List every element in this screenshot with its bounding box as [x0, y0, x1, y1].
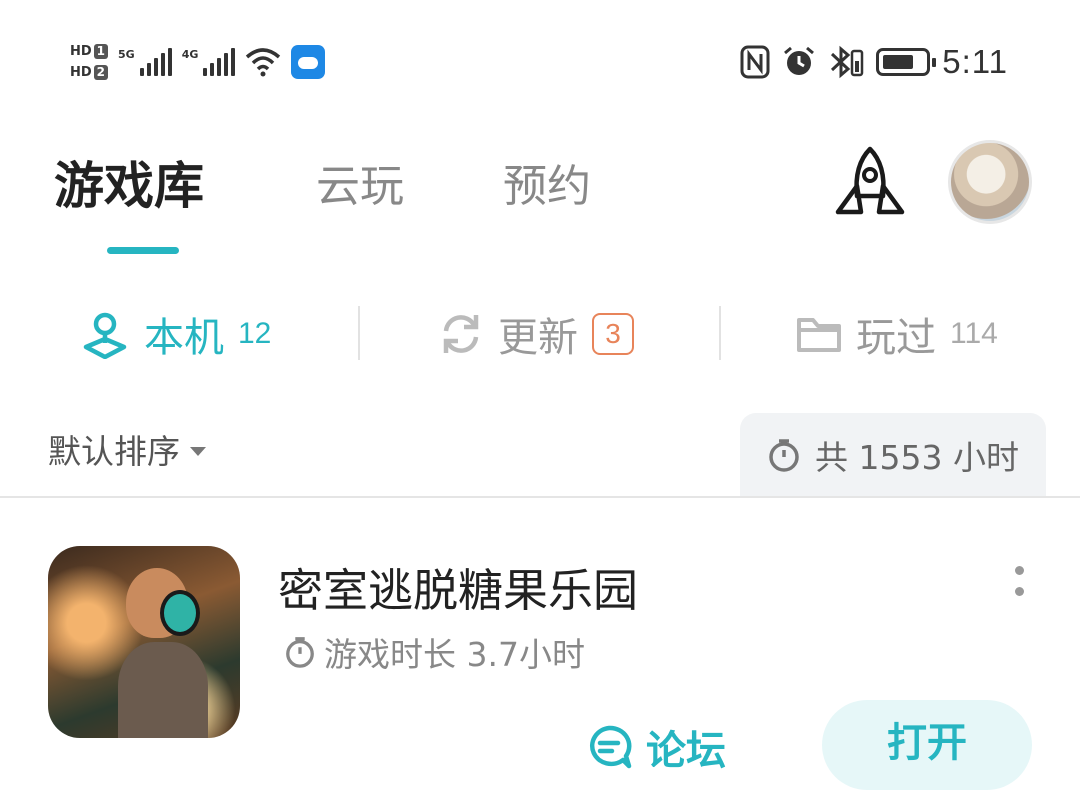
- signal-4g-icon: 4G: [182, 48, 236, 76]
- alarm-icon: [784, 46, 815, 75]
- sim-indicators: HD 1 HD 2: [70, 44, 109, 80]
- update-count-badge: 3: [592, 313, 634, 355]
- stopwatch-icon: [286, 637, 314, 668]
- status-bar-left: HD 1 HD 2 5G 4G: [70, 34, 326, 90]
- divider: [719, 306, 721, 360]
- subtab-update[interactable]: 更新 3: [438, 308, 634, 361]
- location-person-icon: [83, 312, 127, 359]
- more-options-icon[interactable]: [1015, 566, 1024, 596]
- subtab-played[interactable]: 玩过 114: [796, 308, 998, 361]
- forum-button[interactable]: 论坛: [586, 718, 726, 776]
- tab-reservations[interactable]: 预约: [503, 150, 591, 214]
- sort-dropdown[interactable]: 默认排序: [48, 425, 206, 473]
- total-playtime: 共 1553 小时: [815, 438, 1019, 477]
- chat-bubble-icon: [589, 725, 632, 769]
- status-bar-right: 5:11: [740, 40, 1008, 84]
- rocket-icon[interactable]: [832, 144, 908, 220]
- sim1-indicator: HD 1: [70, 44, 109, 59]
- tab-cloud-play[interactable]: 云玩: [316, 150, 404, 214]
- subtab-local[interactable]: 本机 12: [80, 308, 272, 361]
- game-title[interactable]: 密室逃脱糖果乐园: [278, 554, 638, 619]
- game-icon[interactable]: [48, 546, 240, 738]
- sim2-indicator: HD 2: [70, 65, 109, 80]
- nfc-icon: [740, 45, 770, 79]
- subtab-local-count: 12: [238, 317, 272, 350]
- weather-app-icon: [291, 45, 326, 79]
- battery-icon: [876, 48, 937, 76]
- tab-game-library[interactable]: 游戏库: [54, 146, 204, 218]
- caret-down-icon: [190, 446, 206, 456]
- stopwatch-icon: [769, 439, 799, 472]
- wifi-icon: [246, 48, 281, 77]
- clock: 5:11: [942, 43, 1008, 80]
- active-tab-indicator: [107, 247, 179, 254]
- sort-label: 默认排序: [48, 432, 180, 471]
- game-playtime-text: 游戏时长 3.7小时: [324, 635, 585, 674]
- total-playtime-box: 共 1553 小时: [740, 413, 1046, 497]
- divider: [0, 496, 1080, 498]
- subtab-local-label: 本机: [144, 315, 224, 361]
- subtab-played-label: 玩过: [856, 315, 936, 361]
- game-playtime: 游戏时长 3.7小时: [284, 628, 585, 676]
- divider: [358, 306, 360, 360]
- open-game-button[interactable]: 打开: [822, 700, 1032, 790]
- folder-icon: [797, 318, 841, 352]
- subtab-played-count: 114: [950, 317, 998, 350]
- subtab-update-label: 更新: [498, 315, 578, 361]
- forum-label: 论坛: [646, 728, 726, 774]
- user-avatar[interactable]: [948, 140, 1032, 224]
- bluetooth-icon: [831, 45, 864, 79]
- refresh-icon: [443, 315, 479, 353]
- signal-5g-icon: 5G: [118, 48, 172, 76]
